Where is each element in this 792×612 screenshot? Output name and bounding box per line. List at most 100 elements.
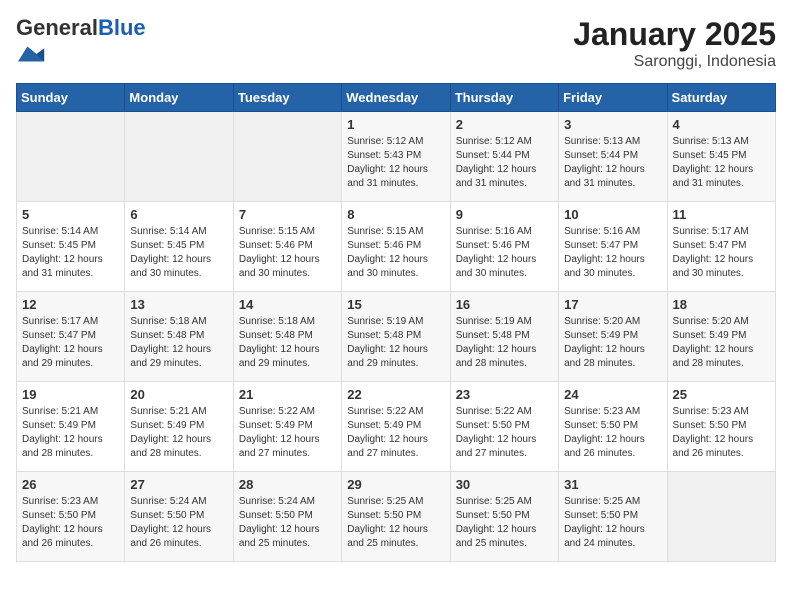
day-number: 20 xyxy=(130,387,227,402)
day-number: 1 xyxy=(347,117,444,132)
calendar-header-row: SundayMondayTuesdayWednesdayThursdayFrid… xyxy=(17,84,776,112)
day-number: 2 xyxy=(456,117,553,132)
calendar-cell: 28Sunrise: 5:24 AM Sunset: 5:50 PM Dayli… xyxy=(233,472,341,562)
calendar-cell: 1 Sunrise: 5:12 AM Sunset: 5:43 PM Daylig… xyxy=(342,112,450,202)
day-number: 3 xyxy=(564,117,661,132)
calendar-cell xyxy=(667,472,775,562)
day-info: Sunrise: 5:13 AM Sunset: 5:45 PM Dayligh… xyxy=(673,135,770,191)
header-saturday: Saturday xyxy=(667,84,775,112)
page-header: GeneralBlue January 2025 Saronggi, Indon… xyxy=(16,16,776,73)
calendar-cell: 15 Sunrise: 5:19 AM Sunset: 5:48 PM Dayli… xyxy=(342,292,450,382)
calendar-week-row: 19 Sunrise: 5:21 AM Sunset: 5:49 PM Dayli… xyxy=(17,382,776,472)
day-info: Sunrise: 5:23 AM Sunset: 5:50 PM Dayligh… xyxy=(22,495,119,551)
calendar-week-row: 5 Sunrise: 5:14 AM Sunset: 5:45 PM Daylig… xyxy=(17,202,776,292)
day-number: 27 xyxy=(130,477,227,492)
day-info: Sunrise: 5:25 AM Sunset: 5:50 PM Dayligh… xyxy=(456,495,553,551)
calendar-title: January 2025 xyxy=(573,16,776,53)
day-number: 30 xyxy=(456,477,553,492)
logo-general: General xyxy=(16,15,98,40)
day-info: Sunrise: 5:21 AM Sunset: 5:49 PM Dayligh… xyxy=(130,405,227,461)
calendar-cell: 25Sunrise: 5:23 AM Sunset: 5:50 PM Dayli… xyxy=(667,382,775,472)
calendar-table: SundayMondayTuesdayWednesdayThursdayFrid… xyxy=(16,83,776,562)
day-info: Sunrise: 5:22 AM Sunset: 5:49 PM Dayligh… xyxy=(239,405,336,461)
calendar-cell: 19 Sunrise: 5:21 AM Sunset: 5:49 PM Dayli… xyxy=(17,382,125,472)
day-info: Sunrise: 5:17 AM Sunset: 5:47 PM Dayligh… xyxy=(673,225,770,281)
day-number: 8 xyxy=(347,207,444,222)
day-number: 25 xyxy=(673,387,770,402)
header-tuesday: Tuesday xyxy=(233,84,341,112)
day-number: 21 xyxy=(239,387,336,402)
calendar-cell: 6 Sunrise: 5:14 AM Sunset: 5:45 PM Daylig… xyxy=(125,202,233,292)
day-number: 17 xyxy=(564,297,661,312)
day-number: 13 xyxy=(130,297,227,312)
calendar-cell: 26Sunrise: 5:23 AM Sunset: 5:50 PM Dayli… xyxy=(17,472,125,562)
day-info: Sunrise: 5:22 AM Sunset: 5:49 PM Dayligh… xyxy=(347,405,444,461)
day-info: Sunrise: 5:19 AM Sunset: 5:48 PM Dayligh… xyxy=(347,315,444,371)
calendar-cell: 20 Sunrise: 5:21 AM Sunset: 5:49 PM Dayli… xyxy=(125,382,233,472)
calendar-cell: 18Sunrise: 5:20 AM Sunset: 5:49 PM Dayli… xyxy=(667,292,775,382)
day-number: 22 xyxy=(347,387,444,402)
calendar-cell: 9 Sunrise: 5:16 AM Sunset: 5:46 PM Daylig… xyxy=(450,202,558,292)
day-info: Sunrise: 5:23 AM Sunset: 5:50 PM Dayligh… xyxy=(564,405,661,461)
day-number: 10 xyxy=(564,207,661,222)
day-info: Sunrise: 5:15 AM Sunset: 5:46 PM Dayligh… xyxy=(239,225,336,281)
logo: GeneralBlue xyxy=(16,16,146,73)
day-number: 14 xyxy=(239,297,336,312)
day-info: Sunrise: 5:15 AM Sunset: 5:46 PM Dayligh… xyxy=(347,225,444,281)
day-info: Sunrise: 5:16 AM Sunset: 5:46 PM Dayligh… xyxy=(456,225,553,281)
calendar-subtitle: Saronggi, Indonesia xyxy=(573,53,776,71)
day-number: 15 xyxy=(347,297,444,312)
calendar-cell: 10 Sunrise: 5:16 AM Sunset: 5:47 PM Dayli… xyxy=(559,202,667,292)
header-sunday: Sunday xyxy=(17,84,125,112)
calendar-week-row: 26Sunrise: 5:23 AM Sunset: 5:50 PM Dayli… xyxy=(17,472,776,562)
day-number: 9 xyxy=(456,207,553,222)
calendar-cell: 22 Sunrise: 5:22 AM Sunset: 5:49 PM Dayli… xyxy=(342,382,450,472)
logo-blue: Blue xyxy=(98,15,146,40)
calendar-cell: 16 Sunrise: 5:19 AM Sunset: 5:48 PM Dayli… xyxy=(450,292,558,382)
day-number: 7 xyxy=(239,207,336,222)
calendar-cell xyxy=(17,112,125,202)
header-monday: Monday xyxy=(125,84,233,112)
day-info: Sunrise: 5:22 AM Sunset: 5:50 PM Dayligh… xyxy=(456,405,553,461)
day-info: Sunrise: 5:12 AM Sunset: 5:44 PM Dayligh… xyxy=(456,135,553,191)
day-info: Sunrise: 5:20 AM Sunset: 5:49 PM Dayligh… xyxy=(673,315,770,371)
calendar-cell: 29 Sunrise: 5:25 AM Sunset: 5:50 PM Dayli… xyxy=(342,472,450,562)
day-number: 12 xyxy=(22,297,119,312)
day-number: 19 xyxy=(22,387,119,402)
day-info: Sunrise: 5:18 AM Sunset: 5:48 PM Dayligh… xyxy=(239,315,336,371)
calendar-cell: 31Sunrise: 5:25 AM Sunset: 5:50 PM Dayli… xyxy=(559,472,667,562)
calendar-cell: 17 Sunrise: 5:20 AM Sunset: 5:49 PM Dayli… xyxy=(559,292,667,382)
day-number: 4 xyxy=(673,117,770,132)
calendar-week-row: 12Sunrise: 5:17 AM Sunset: 5:47 PM Dayli… xyxy=(17,292,776,382)
header-wednesday: Wednesday xyxy=(342,84,450,112)
calendar-cell: 11 Sunrise: 5:17 AM Sunset: 5:47 PM Dayli… xyxy=(667,202,775,292)
day-number: 16 xyxy=(456,297,553,312)
calendar-cell: 8 Sunrise: 5:15 AM Sunset: 5:46 PM Daylig… xyxy=(342,202,450,292)
day-info: Sunrise: 5:12 AM Sunset: 5:43 PM Dayligh… xyxy=(347,135,444,191)
day-info: Sunrise: 5:14 AM Sunset: 5:45 PM Dayligh… xyxy=(130,225,227,281)
calendar-cell: 2 Sunrise: 5:12 AM Sunset: 5:44 PM Daylig… xyxy=(450,112,558,202)
day-info: Sunrise: 5:14 AM Sunset: 5:45 PM Dayligh… xyxy=(22,225,119,281)
calendar-cell: 13 Sunrise: 5:18 AM Sunset: 5:48 PM Dayli… xyxy=(125,292,233,382)
calendar-cell: 24 Sunrise: 5:23 AM Sunset: 5:50 PM Dayli… xyxy=(559,382,667,472)
calendar-cell: 5 Sunrise: 5:14 AM Sunset: 5:45 PM Daylig… xyxy=(17,202,125,292)
day-number: 29 xyxy=(347,477,444,492)
calendar-cell: 4 Sunrise: 5:13 AM Sunset: 5:45 PM Daylig… xyxy=(667,112,775,202)
day-info: Sunrise: 5:20 AM Sunset: 5:49 PM Dayligh… xyxy=(564,315,661,371)
day-info: Sunrise: 5:25 AM Sunset: 5:50 PM Dayligh… xyxy=(347,495,444,551)
calendar-cell: 30 Sunrise: 5:25 AM Sunset: 5:50 PM Dayli… xyxy=(450,472,558,562)
day-info: Sunrise: 5:21 AM Sunset: 5:49 PM Dayligh… xyxy=(22,405,119,461)
calendar-cell: 12Sunrise: 5:17 AM Sunset: 5:47 PM Dayli… xyxy=(17,292,125,382)
day-number: 6 xyxy=(130,207,227,222)
day-info: Sunrise: 5:16 AM Sunset: 5:47 PM Dayligh… xyxy=(564,225,661,281)
header-thursday: Thursday xyxy=(450,84,558,112)
day-number: 24 xyxy=(564,387,661,402)
calendar-cell: 7 Sunrise: 5:15 AM Sunset: 5:46 PM Daylig… xyxy=(233,202,341,292)
calendar-cell xyxy=(125,112,233,202)
day-info: Sunrise: 5:18 AM Sunset: 5:48 PM Dayligh… xyxy=(130,315,227,371)
day-number: 5 xyxy=(22,207,119,222)
day-info: Sunrise: 5:19 AM Sunset: 5:48 PM Dayligh… xyxy=(456,315,553,371)
day-info: Sunrise: 5:24 AM Sunset: 5:50 PM Dayligh… xyxy=(239,495,336,551)
logo-icon xyxy=(18,40,46,68)
day-number: 11 xyxy=(673,207,770,222)
